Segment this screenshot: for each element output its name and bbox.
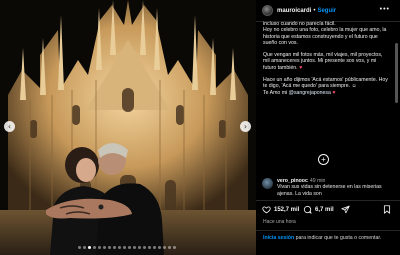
- mention-link[interactable]: @sangrejaponesa: [289, 90, 331, 96]
- carousel-next-button[interactable]: ›: [240, 121, 251, 132]
- smile-emoji: ☺: [351, 83, 357, 90]
- login-link[interactable]: Inicia sesión: [263, 235, 294, 241]
- carousel-dot: [133, 246, 136, 249]
- carousel-dot: [88, 246, 91, 249]
- avatar[interactable]: [262, 178, 273, 189]
- cathedral-photo: [0, 0, 256, 255]
- bookmark-icon: [383, 205, 391, 214]
- chevron-left-icon: ‹: [7, 121, 12, 131]
- carousel-dot: [93, 246, 96, 249]
- login-prompt: Inicia sesión para indicar que te gusta …: [256, 230, 400, 242]
- heart-emoji: ♥: [332, 89, 336, 96]
- send-icon: [341, 205, 350, 214]
- post-username[interactable]: mauroicardi: [277, 8, 311, 14]
- comment-item: vero_pinooc 49 min Vivan sus vidas sin de…: [262, 178, 392, 197]
- post-side-panel: mauroicardi • Seguir ••• incluso cuando …: [256, 0, 400, 255]
- carousel-dot: [128, 246, 131, 249]
- caption-line: incluso cuando no parecía fácil. Hoy no c…: [263, 21, 387, 46]
- comment-button[interactable]: 6,7 mil: [303, 205, 334, 214]
- follow-button[interactable]: Seguir: [317, 8, 336, 14]
- heart-icon: [262, 206, 271, 214]
- carousel-dot: [158, 246, 161, 249]
- heart-emoji: ♥: [299, 64, 303, 71]
- carousel-dot: [113, 246, 116, 249]
- plus-icon: +: [321, 154, 326, 164]
- comment-time: 49 min: [309, 178, 326, 184]
- expand-comments-button[interactable]: +: [318, 154, 329, 165]
- post-actions-bar: 152,7 mil 6,7 mil: [256, 200, 400, 216]
- carousel-dot: [123, 246, 126, 249]
- scrollbar-thumb[interactable]: [395, 43, 398, 103]
- carousel-prev-button[interactable]: ‹: [4, 121, 15, 132]
- more-options-icon[interactable]: •••: [380, 6, 390, 13]
- caption-line: Que vengan mil fotos más, mil viajes, mi…: [263, 52, 383, 71]
- carousel-dot: [138, 246, 141, 249]
- caption-scrollbar[interactable]: [395, 23, 398, 178]
- carousel-dot: [168, 246, 171, 249]
- carousel-dot: [118, 246, 121, 249]
- comment-text: Vivan sus vidas sin detenerse en las mis…: [277, 184, 382, 197]
- carousel-dot: [163, 246, 166, 249]
- instagram-post-viewer: ‹ › mauroicardi • Seguir ••• incluso cua…: [0, 0, 400, 255]
- comment-icon: [303, 205, 312, 214]
- share-button[interactable]: [341, 205, 350, 214]
- carousel-indicator: [78, 246, 176, 249]
- carousel-dot: [83, 246, 86, 249]
- comment-username[interactable]: vero_pinooc: [277, 178, 308, 184]
- header-separator: •: [313, 7, 316, 14]
- post-header: mauroicardi • Seguir •••: [256, 0, 400, 22]
- carousel-dot: [153, 246, 156, 249]
- save-button[interactable]: [383, 205, 391, 214]
- carousel-dot: [78, 246, 81, 249]
- like-button[interactable]: 152,7 mil: [262, 205, 299, 214]
- carousel-dot: [103, 246, 106, 249]
- avatar[interactable]: [262, 5, 273, 16]
- carousel-dot: [108, 246, 111, 249]
- carousel-dot: [148, 246, 151, 249]
- login-prompt-text: para indicar que te gusta o comentar.: [294, 235, 382, 241]
- caption-line: Hace un año dijimos 'Acá estamos' públic…: [263, 77, 388, 96]
- carousel-dot: [98, 246, 101, 249]
- carousel-dot: [143, 246, 146, 249]
- comment-body: vero_pinooc 49 min Vivan sus vidas sin de…: [277, 178, 387, 197]
- like-count: 152,7 mil: [274, 206, 300, 213]
- chevron-right-icon: ›: [243, 121, 248, 131]
- carousel-dot: [173, 246, 176, 249]
- post-time-ago: Hace una hora: [263, 219, 296, 225]
- comment-count: 6,7 mil: [315, 206, 334, 213]
- post-caption: incluso cuando no parecía fácil. Hoy no c…: [263, 21, 389, 102]
- post-photo[interactable]: ‹ ›: [0, 0, 256, 255]
